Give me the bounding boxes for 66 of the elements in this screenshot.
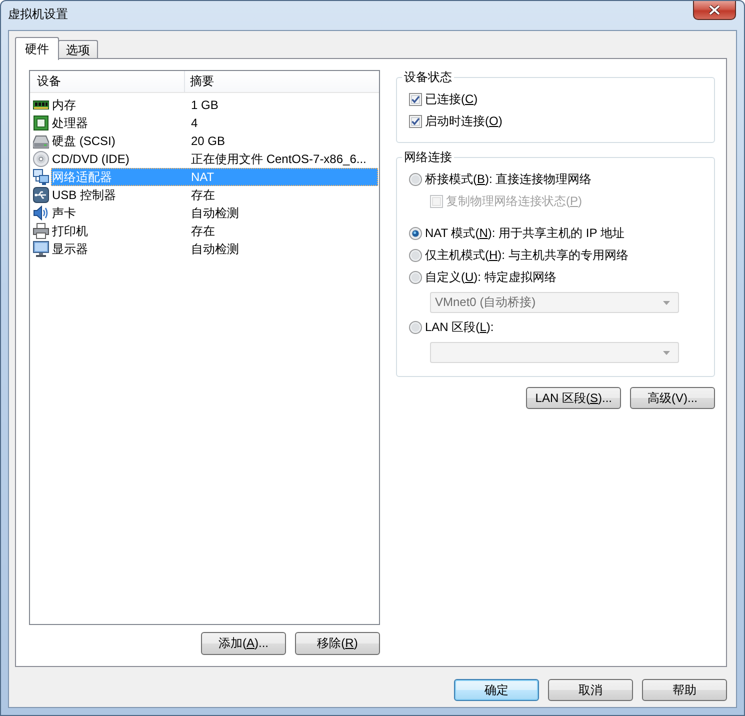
- device-row[interactable]: 硬盘 (SCSI) 20 GB: [30, 132, 379, 150]
- hard-drive-icon: [33, 133, 49, 149]
- device-row[interactable]: CD/DVD (IDE) 正在使用文件 CentOS-7-x86_6...: [30, 150, 379, 168]
- device-row[interactable]: 显示器 自动检测: [30, 240, 379, 258]
- monitor-icon: [33, 241, 49, 257]
- device-name: 打印机: [51, 222, 89, 240]
- column-header[interactable]: 摘要: [185, 71, 214, 92]
- tab[interactable]: 选项: [58, 40, 98, 59]
- radio-button[interactable]: NAT 模式(N): 用于共享主机的 IP 地址: [409, 222, 706, 244]
- device-row[interactable]: 打印机 存在: [30, 222, 379, 240]
- checkbox[interactable]: 启动时连接(O): [409, 110, 706, 132]
- network-button[interactable]: 高级(V)...: [630, 387, 715, 409]
- chip-icon: [33, 115, 49, 131]
- device-summary: 存在: [191, 222, 215, 240]
- speaker-icon: [33, 205, 49, 221]
- list-button[interactable]: 移除(R): [295, 632, 380, 655]
- device-name: 硬盘 (SCSI): [51, 132, 116, 150]
- radio-icon[interactable]: [409, 172, 422, 186]
- device-summary: 存在: [191, 186, 215, 204]
- radio-button[interactable]: LAN 区段(L):: [409, 316, 706, 338]
- device-summary: NAT: [191, 170, 214, 184]
- close-button[interactable]: [693, 1, 736, 20]
- device-name: CD/DVD (IDE): [51, 152, 130, 166]
- device-summary: 4: [191, 116, 198, 130]
- group-title: 设备状态: [403, 70, 453, 84]
- printer-icon: [33, 223, 49, 239]
- radio-button[interactable]: 桥接模式(B): 直接连接物理网络: [409, 168, 706, 190]
- radio-icon[interactable]: [409, 248, 422, 262]
- device-name: 声卡: [51, 204, 77, 222]
- device-summary: 1 GB: [191, 98, 218, 112]
- device-name: 内存: [51, 96, 77, 114]
- dropdown-arrow-icon: [663, 350, 670, 354]
- list-button[interactable]: 添加(A)...: [201, 632, 286, 655]
- radio-icon[interactable]: [409, 320, 422, 334]
- checkbox[interactable]: 已连接(C): [409, 88, 706, 110]
- network-computers-icon: [33, 169, 49, 185]
- device-name: 显示器: [51, 240, 89, 258]
- disc-icon: [33, 151, 49, 167]
- window-title: 虚拟机设置: [8, 6, 68, 22]
- radio-button[interactable]: 仅主机模式(H): 与主机共享的专用网络: [409, 244, 706, 266]
- close-icon: [709, 5, 720, 15]
- column-header[interactable]: 设备: [30, 71, 185, 92]
- device-row[interactable]: 声卡 自动检测: [30, 204, 379, 222]
- checkbox-icon[interactable]: [409, 114, 422, 128]
- device-summary: 自动检测: [191, 204, 239, 222]
- network-button[interactable]: LAN 区段(S)...: [526, 387, 621, 409]
- radio-icon[interactable]: [409, 270, 422, 284]
- tab[interactable]: 硬件: [15, 37, 59, 60]
- dialog-button[interactable]: 取消: [548, 679, 633, 701]
- dialog-button[interactable]: 确定: [454, 679, 539, 701]
- device-name: USB 控制器: [51, 186, 118, 204]
- device-row[interactable]: 内存 1 GB: [30, 96, 379, 114]
- device-name: 网络适配器: [51, 168, 113, 186]
- dialog-button[interactable]: 帮助: [642, 679, 727, 701]
- radio-button[interactable]: 自定义(U): 特定虚拟网络: [409, 266, 706, 288]
- device-name: 处理器: [51, 114, 89, 132]
- device-row[interactable]: USB 控制器 存在: [30, 186, 379, 204]
- group-title: 网络连接: [403, 150, 453, 164]
- device-row[interactable]: 处理器 4: [30, 114, 379, 132]
- device-summary: 20 GB: [191, 134, 226, 148]
- device-summary: 自动检测: [191, 240, 239, 258]
- dropdown-arrow-icon: [663, 300, 670, 304]
- checkbox-icon[interactable]: [409, 92, 422, 106]
- radio-icon[interactable]: [409, 226, 422, 240]
- usb-icon: [33, 187, 49, 203]
- device-summary: 正在使用文件 CentOS-7-x86_6...: [191, 150, 366, 168]
